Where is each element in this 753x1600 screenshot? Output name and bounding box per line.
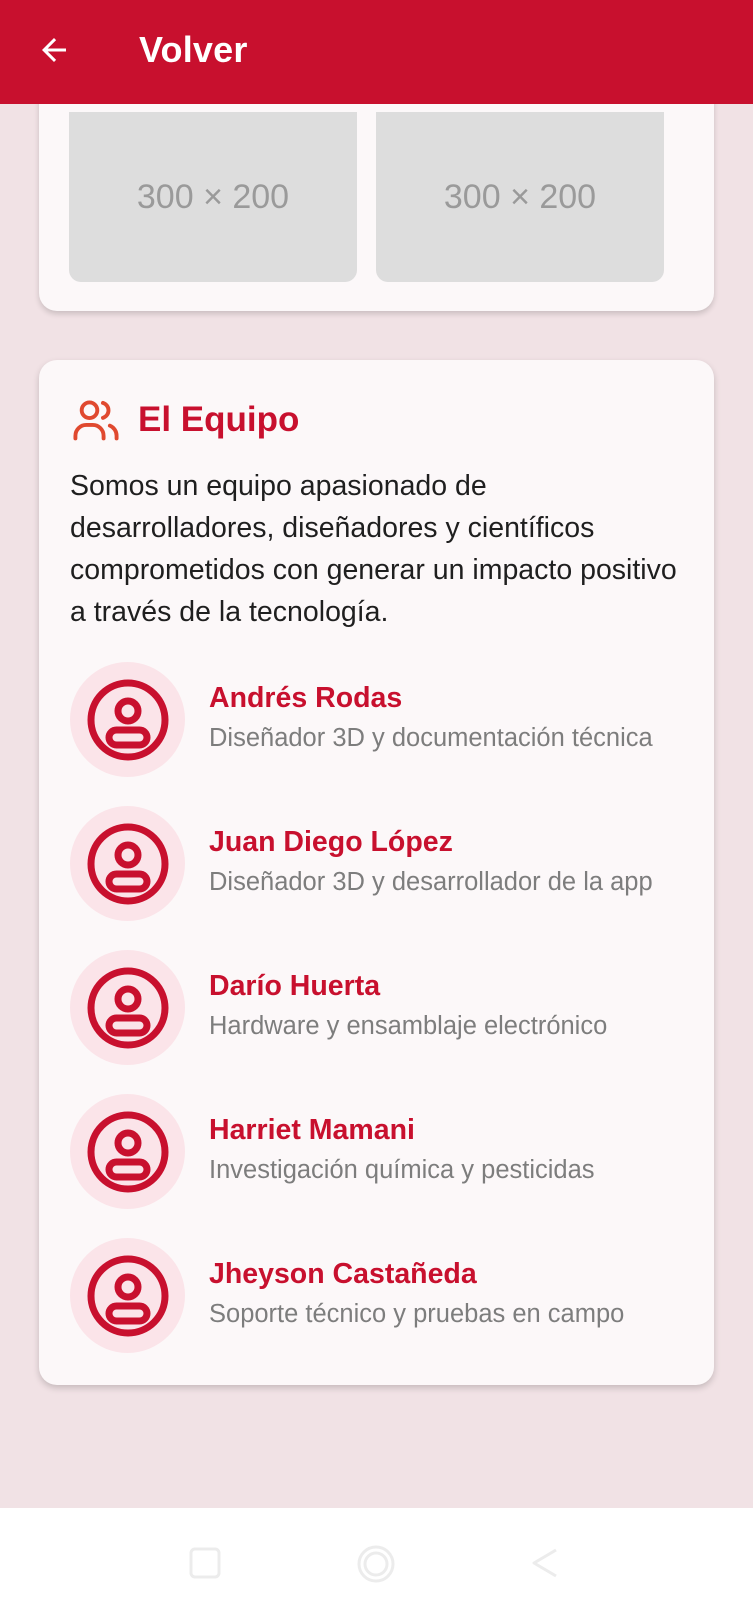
back-nav-button[interactable]: [528, 1546, 562, 1580]
member-role: Soporte técnico y pruebas en campo: [209, 1300, 625, 1328]
user-circle-icon: [87, 967, 168, 1048]
avatar: [70, 806, 185, 921]
recents-button[interactable]: [188, 1546, 222, 1580]
users-icon: [73, 400, 119, 441]
avatar: [70, 950, 185, 1065]
member-name: Harriet Mamani: [209, 1114, 415, 1146]
home-button[interactable]: [356, 1544, 396, 1584]
member-name: Darío Huerta: [209, 970, 381, 1002]
member-item: Darío Huerta Hardware y ensamblaje elect…: [70, 950, 690, 1065]
member-role: Diseñador 3D y documentación técnica: [209, 724, 653, 752]
user-circle-icon: [87, 823, 168, 904]
system-navigation-bar: [0, 1508, 753, 1600]
back-triangle-icon: [532, 1548, 557, 1578]
app-screen: Volver 300 × 200 300 × 200 El Equipo Som…: [0, 0, 753, 1600]
team-card: El Equipo Somos un equipo apasionado de …: [39, 360, 714, 1385]
member-item: Andrés Rodas Diseñador 3D y documentació…: [70, 662, 690, 777]
avatar: [70, 1094, 185, 1209]
home-icon: [357, 1545, 395, 1583]
member-name: Jheyson Castañeda: [209, 1258, 477, 1290]
member-item: Harriet Mamani Investigación química y p…: [70, 1094, 690, 1209]
member-name: Andrés Rodas: [209, 682, 403, 714]
page-title[interactable]: Volver: [139, 29, 248, 71]
member-role: Hardware y ensamblaje electrónico: [209, 1012, 608, 1040]
member-list: Andrés Rodas Diseñador 3D y documentació…: [70, 662, 690, 1382]
section-title: El Equipo: [138, 400, 300, 439]
user-circle-icon: [87, 679, 168, 760]
arrow-left-icon: [42, 38, 66, 62]
member-role: Investigación química y pesticidas: [209, 1156, 595, 1184]
top-app-bar: Volver: [0, 0, 753, 104]
member-item: Juan Diego López Diseñador 3D y desarrol…: [70, 806, 690, 921]
member-item: Jheyson Castañeda Soporte técnico y prue…: [70, 1238, 690, 1353]
member-role: Diseñador 3D y desarrollador de la app: [209, 868, 653, 896]
recents-icon: [189, 1547, 221, 1579]
avatar: [70, 1238, 185, 1353]
user-circle-icon: [87, 1255, 168, 1336]
team-header: El Equipo: [70, 394, 299, 446]
avatar: [70, 662, 185, 777]
gallery-image-placeholder: 300 × 200: [69, 112, 357, 282]
team-description: Somos un equipo apasionado de desarrolla…: [70, 470, 677, 628]
back-button[interactable]: [34, 30, 74, 70]
user-circle-icon: [87, 1111, 168, 1192]
gallery-image-placeholder: 300 × 200: [376, 112, 664, 282]
member-name: Juan Diego López: [209, 826, 453, 858]
